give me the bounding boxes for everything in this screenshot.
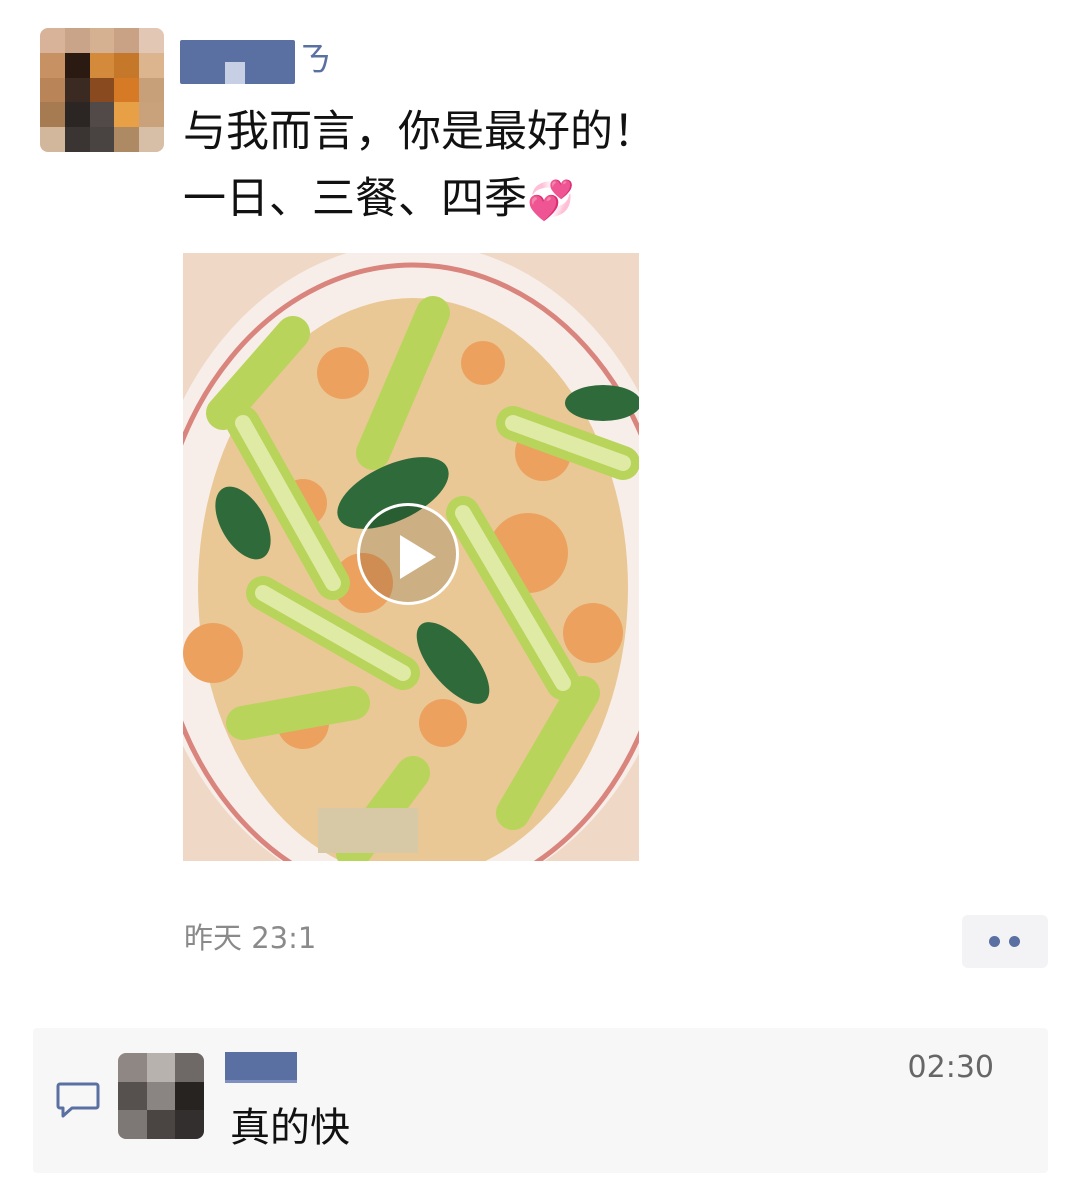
dot-icon	[989, 936, 1000, 947]
post-text-line-1: 与我而言，你是最好的！	[183, 107, 656, 157]
post-timestamp: 昨天 23:1	[184, 921, 317, 955]
comment-bubble-icon	[56, 1082, 100, 1118]
heart-emoji-icon: 💞	[527, 178, 575, 222]
post-text-line-2-text: 一日、三餐、四季	[183, 174, 527, 224]
comment-time: 02:30	[907, 1050, 994, 1085]
more-dots-icon[interactable]	[962, 915, 1048, 968]
commenter-avatar[interactable]	[118, 1053, 204, 1139]
comment-text: 真的快	[230, 1105, 350, 1151]
dot-icon	[1009, 936, 1020, 947]
commenter-name-blurred[interactable]	[225, 1052, 297, 1083]
author-name-blurred[interactable]	[180, 40, 295, 84]
post-text-line-2: 一日、三餐、四季💞	[183, 170, 574, 229]
author-name-fragment: ㄋ	[298, 40, 332, 80]
author-avatar[interactable]	[40, 28, 164, 152]
play-icon[interactable]	[357, 503, 459, 605]
